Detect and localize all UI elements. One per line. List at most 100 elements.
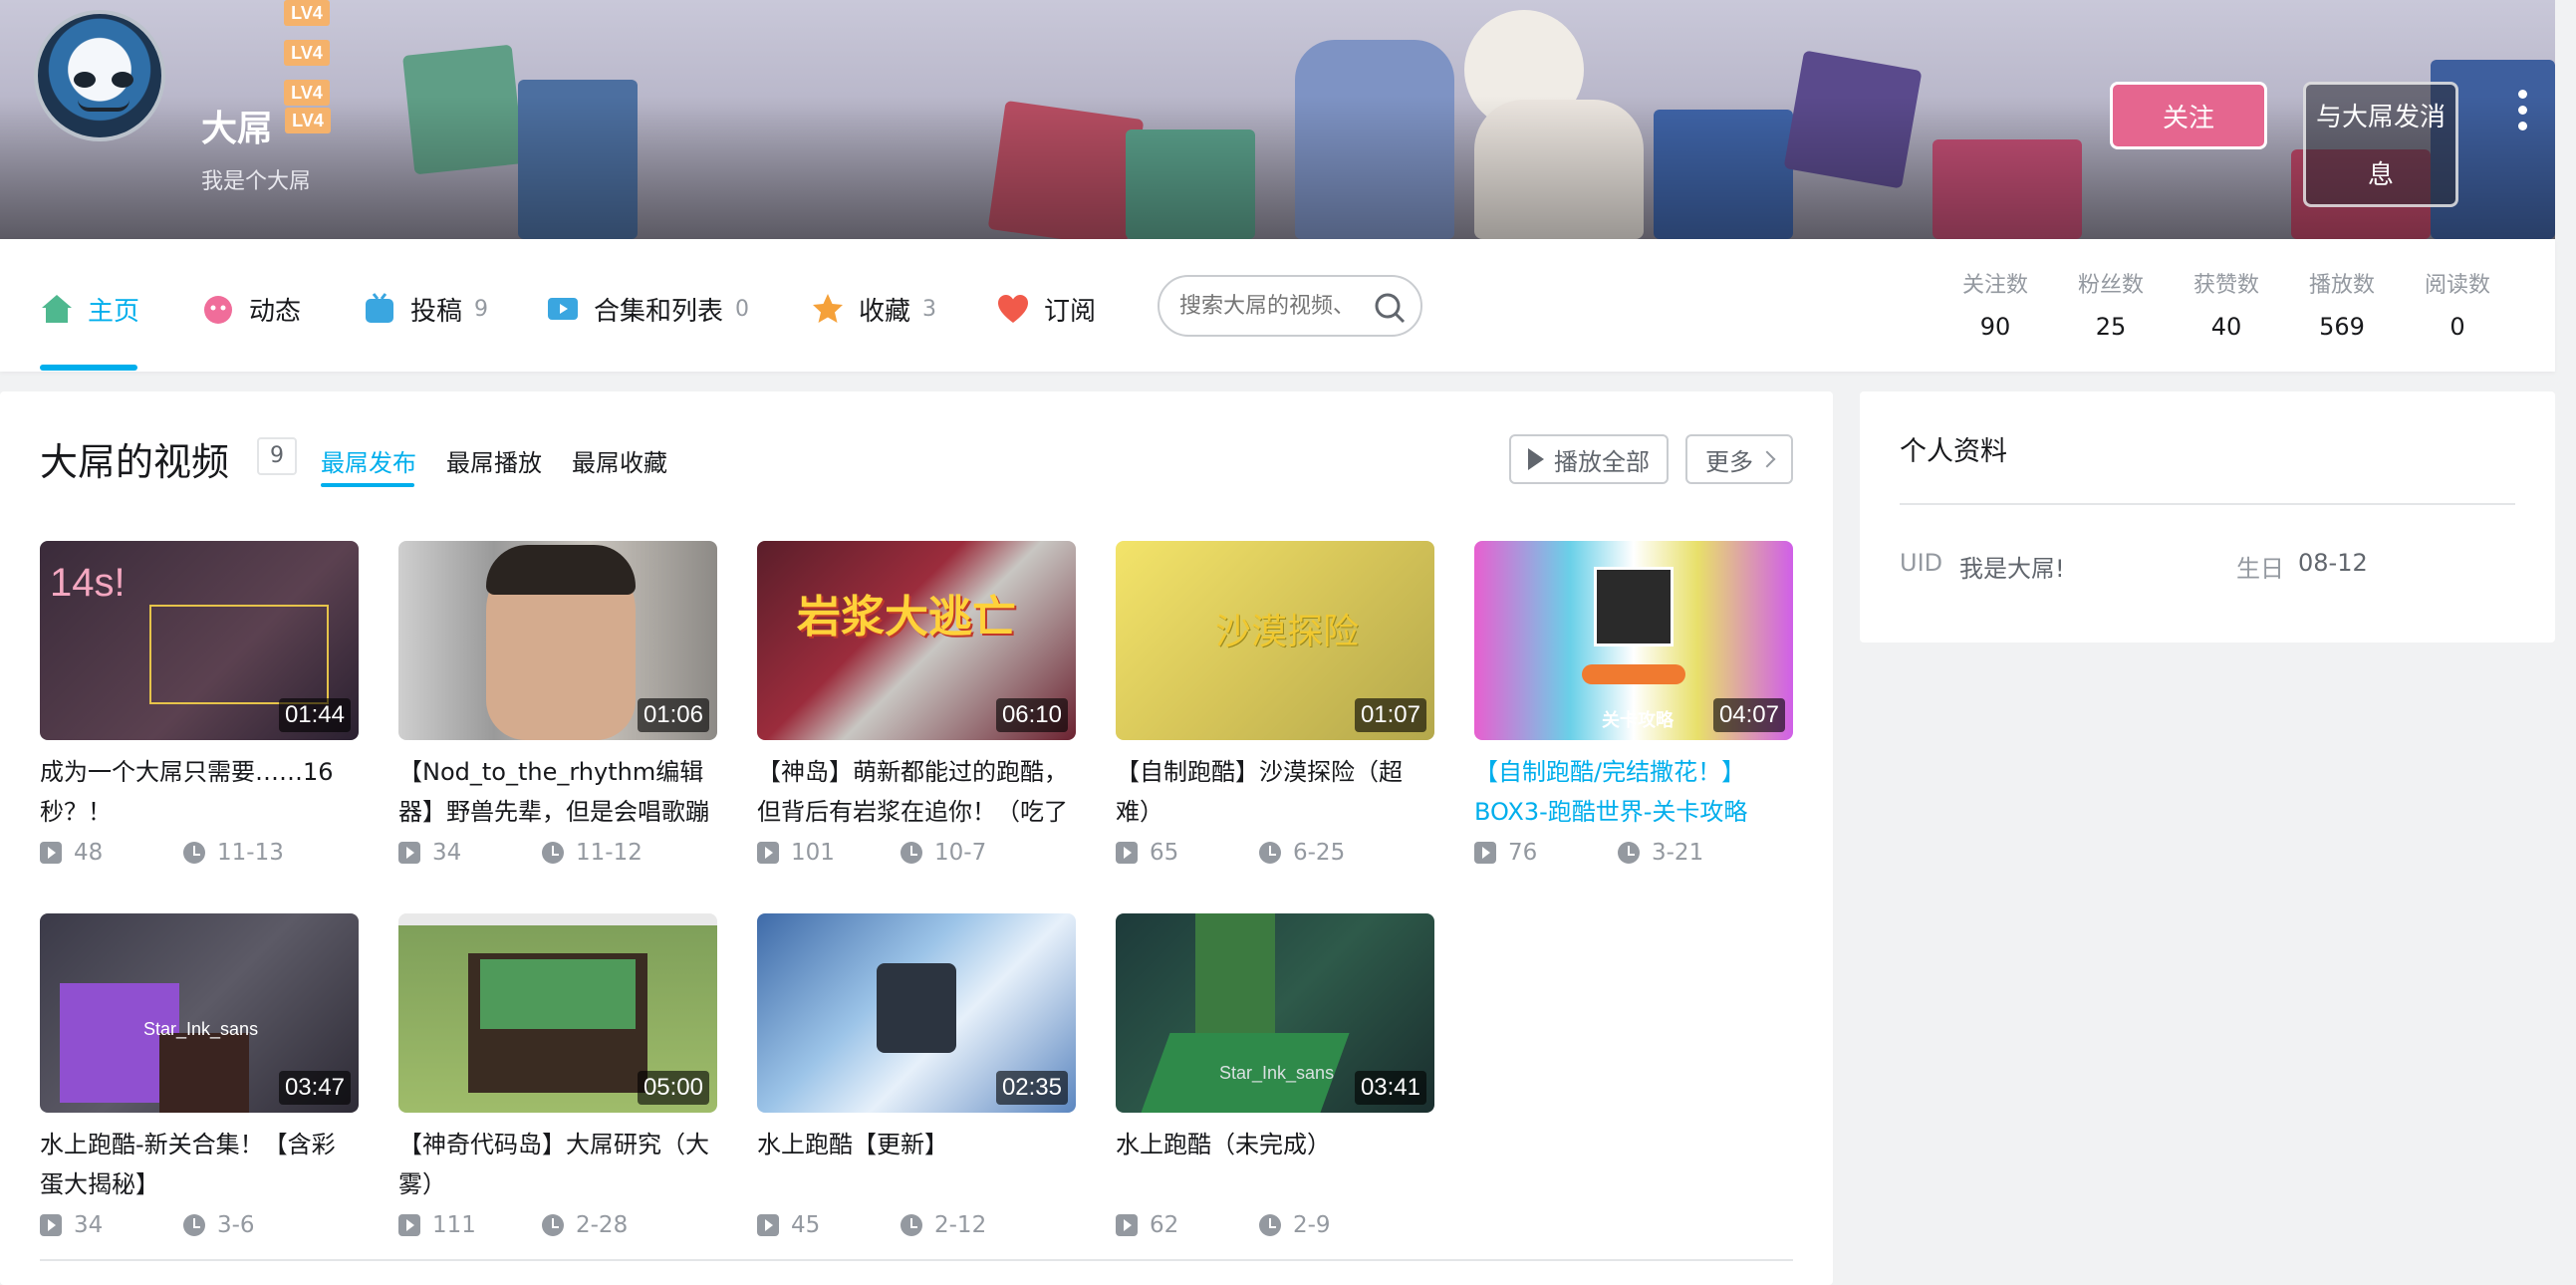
clock-icon <box>183 1214 205 1236</box>
play-count-icon <box>1116 842 1138 864</box>
clock-icon <box>542 1214 564 1236</box>
play-all-button[interactable]: 播放全部 <box>1509 434 1669 484</box>
tab-subscriptions[interactable]: 订阅 <box>996 289 1096 329</box>
tab-latest[interactable]: 最屌发布 <box>321 443 416 478</box>
tab-label: 主页 <box>88 296 140 327</box>
home-icon <box>42 295 72 323</box>
play-count: 101 <box>791 840 835 866</box>
video-duration: 05:00 <box>637 1071 709 1105</box>
video-thumbnail[interactable]: 01:06 <box>398 541 717 740</box>
upload-date: 2-12 <box>934 1212 987 1238</box>
play-icon <box>1528 448 1544 470</box>
birthday-label: 生日 <box>2236 555 2284 583</box>
avatar[interactable] <box>34 10 165 141</box>
video-title[interactable]: 【自制跑酷】沙漠探险（超难） <box>1116 752 1434 832</box>
video-title[interactable]: 【神岛】萌新都能过的跑酷，但背后有岩浆在追你！（吃了 <box>757 752 1076 832</box>
video-card[interactable]: 岩浆大逃亡 06:10 【神岛】萌新都能过的跑酷，但背后有岩浆在追你！（吃了 1… <box>757 541 1076 870</box>
video-card[interactable]: 05:00 【神奇代码岛】大屌研究（大雾） 111 2-28 <box>398 913 717 1242</box>
stat-value: 25 <box>2095 313 2127 341</box>
star-icon <box>813 294 843 323</box>
search-input[interactable] <box>1179 289 1369 323</box>
video-duration: 06:10 <box>995 698 1068 732</box>
panel-divider <box>1900 503 2515 505</box>
video-duration: 03:47 <box>278 1071 351 1105</box>
video-thumbnail[interactable]: Star_Ink_sans 03:41 <box>1116 913 1434 1113</box>
tab-favorites[interactable]: 收藏 3 <box>811 289 936 329</box>
clock-icon <box>1259 842 1281 864</box>
stat-label: 获赞数 <box>2192 273 2259 298</box>
search-box[interactable] <box>1158 275 1422 337</box>
video-thumbnail[interactable]: 关卡攻略 04:07 <box>1474 541 1793 740</box>
clock-icon <box>901 1214 922 1236</box>
send-message-button[interactable]: 与大屌发消息 <box>2303 82 2458 207</box>
active-subtab-indicator <box>321 483 414 487</box>
stat-followers[interactable]: 粉丝数 25 <box>2061 267 2161 341</box>
video-card[interactable]: 01:06 【Nod_to_the_rhythm编辑器】野兽先辈，但是会唱歌蹦 … <box>398 541 717 870</box>
video-card[interactable]: 02:35 水上跑酷【更新】 45 2-12 <box>757 913 1076 1242</box>
stat-label: 阅读数 <box>2424 273 2490 298</box>
tab-collections[interactable]: 合集和列表 0 <box>546 289 749 329</box>
video-title[interactable]: 【Nod_to_the_rhythm编辑器】野兽先辈，但是会唱歌蹦 <box>398 752 717 832</box>
stat-label: 播放数 <box>2308 273 2375 298</box>
upload-date: 11-13 <box>217 840 284 866</box>
video-thumbnail[interactable]: 沙漠探险 01:07 <box>1116 541 1434 740</box>
tab-uploads[interactable]: 投稿 9 <box>363 289 488 329</box>
tab-dynamic[interactable]: 动态 <box>201 289 301 329</box>
tab-label: 订阅 <box>1044 296 1097 327</box>
video-duration: 01:07 <box>1354 698 1426 732</box>
video-meta: 48 11-13 <box>40 840 359 870</box>
play-count: 76 <box>1508 840 1538 866</box>
tab-most-played[interactable]: 最屌播放 <box>446 443 542 478</box>
video-card[interactable]: Star_Ink_sans 03:41 水上跑酷（未完成） 62 2-9 <box>1116 913 1434 1242</box>
play-count-icon <box>398 842 420 864</box>
tab-home[interactable]: 主页 <box>40 289 139 329</box>
video-thumbnail[interactable]: 05:00 <box>398 913 717 1113</box>
clock-icon <box>901 842 922 864</box>
video-card[interactable]: 关卡攻略 04:07 【自制跑酷/完结撒花！】BOX3-跑酷世界-关卡攻略 76… <box>1474 541 1793 870</box>
video-duration: 01:44 <box>278 698 351 732</box>
play-count-icon <box>1474 842 1496 864</box>
video-thumbnail[interactable]: 02:35 <box>757 913 1076 1113</box>
level-badge: LV4 <box>284 40 330 66</box>
video-thumbnail[interactable]: 岩浆大逃亡 06:10 <box>757 541 1076 740</box>
level-badge: LV4 <box>285 108 331 133</box>
follow-button[interactable]: 关注 <box>2110 82 2267 149</box>
video-title[interactable]: 水上跑酷【更新】 <box>757 1125 1076 1204</box>
video-card[interactable]: 沙漠探险 01:07 【自制跑酷】沙漠探险（超难） 65 6-25 <box>1116 541 1434 870</box>
search-icon[interactable] <box>1373 291 1407 325</box>
play-count: 45 <box>791 1212 821 1238</box>
tab-label: 投稿 <box>410 296 463 327</box>
video-thumbnail[interactable]: 14s! 01:44 <box>40 541 359 740</box>
video-card[interactable]: 14s! 01:44 成为一个大屌只需要……16秒？！ 48 11-13 <box>40 541 359 870</box>
stat-following[interactable]: 关注数 90 <box>1945 267 2045 341</box>
upload-date: 10-7 <box>934 840 987 866</box>
tab-label: 动态 <box>249 296 302 327</box>
uid-label: UID <box>1900 549 1943 577</box>
upload-date: 3-6 <box>217 1212 255 1238</box>
playlist-icon <box>548 298 578 320</box>
video-meta: 45 2-12 <box>757 1212 1076 1242</box>
tab-most-favorited[interactable]: 最屌收藏 <box>572 443 667 478</box>
stat-plays: 播放数 569 <box>2292 267 2392 341</box>
video-meta: 62 2-9 <box>1116 1212 1434 1242</box>
dynamic-icon <box>204 296 232 324</box>
video-title[interactable]: 【神奇代码岛】大屌研究（大雾） <box>398 1125 717 1204</box>
video-thumbnail[interactable]: Star_Ink_sans 03:47 <box>40 913 359 1113</box>
profile-banner: LV4 LV4 LV4 大屌 LV4 我是个大屌 关注 与大屌发消息 <box>0 0 2555 239</box>
thumbnail-caption: 关卡攻略 <box>1602 710 1674 730</box>
stat-label: 关注数 <box>1961 273 2028 298</box>
video-title[interactable]: 【自制跑酷/完结撒花！】BOX3-跑酷世界-关卡攻略 <box>1474 752 1793 832</box>
video-title[interactable]: 水上跑酷（未完成） <box>1116 1125 1434 1204</box>
more-button[interactable]: 更多 <box>1685 434 1793 484</box>
video-card[interactable]: Star_Ink_sans 03:47 水上跑酷-新关合集！【含彩蛋大揭秘】 3… <box>40 913 359 1242</box>
level-badge: LV4 <box>284 0 330 26</box>
play-count-icon <box>40 842 62 864</box>
video-title[interactable]: 成为一个大屌只需要……16秒？！ <box>40 752 359 832</box>
thumbnail-caption: 沙漠探险 <box>1215 611 1360 651</box>
thumbnail-caption: 14s! <box>50 561 126 605</box>
more-options-icon[interactable] <box>2512 90 2532 139</box>
video-count-badge: 9 <box>257 437 297 475</box>
video-duration: 02:35 <box>995 1071 1068 1105</box>
profile-info-panel: 个人资料 UID 我是大屌! 生日 08-12 <box>1860 391 2555 642</box>
video-title[interactable]: 水上跑酷-新关合集！【含彩蛋大揭秘】 <box>40 1125 359 1204</box>
